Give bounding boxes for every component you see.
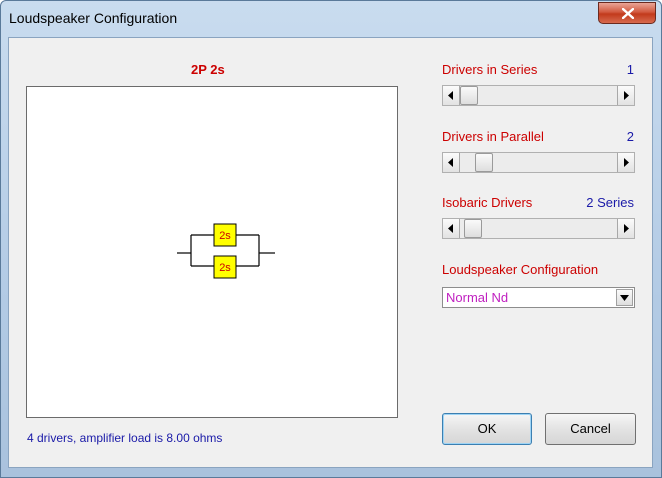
close-button[interactable] — [598, 2, 656, 24]
close-icon — [622, 8, 634, 19]
configuration-dropdown-button[interactable] — [616, 289, 633, 306]
arrow-left-icon — [448, 91, 453, 100]
parallel-scrollbar[interactable] — [442, 152, 635, 173]
arrow-right-icon — [624, 224, 629, 233]
status-text: 4 drivers, amplifier load is 8.00 ohms — [27, 431, 223, 445]
series-label: Drivers in Series — [442, 62, 538, 77]
arrow-left-icon — [448, 158, 453, 167]
series-scroll-left[interactable] — [443, 86, 460, 105]
configuration-select[interactable]: Normal Nd — [442, 287, 635, 308]
parallel-value: 2 — [626, 129, 634, 144]
parallel-scroll-left[interactable] — [443, 153, 460, 172]
arrow-left-icon — [448, 224, 453, 233]
parallel-scroll-right[interactable] — [617, 153, 634, 172]
ok-button[interactable]: OK — [442, 413, 532, 445]
arrow-right-icon — [624, 158, 629, 167]
isobaric-scrollbar[interactable] — [442, 218, 635, 239]
isobaric-scroll-left[interactable] — [443, 219, 460, 238]
arrow-right-icon — [624, 91, 629, 100]
series-scroll-thumb[interactable] — [460, 86, 478, 105]
series-scroll-right[interactable] — [617, 86, 634, 105]
title-bar[interactable]: Loudspeaker Configuration — [1, 1, 661, 37]
driver-label-bottom: 2s — [219, 262, 231, 274]
parallel-label: Drivers in Parallel — [442, 129, 544, 144]
series-value: 1 — [626, 62, 634, 77]
isobaric-label: Isobaric Drivers — [442, 195, 533, 210]
configuration-select-value: Normal Nd — [446, 290, 509, 305]
cancel-button[interactable]: Cancel — [545, 413, 636, 445]
chevron-down-icon — [620, 295, 629, 301]
window-title: Loudspeaker Configuration — [9, 10, 178, 26]
series-scrollbar[interactable] — [442, 85, 635, 106]
configuration-label: 2P 2s — [191, 62, 225, 77]
configuration-select-label: Loudspeaker Configuration — [442, 262, 599, 277]
wiring-diagram-svg: 2s 2s — [177, 223, 275, 279]
isobaric-value: 2 Series — [586, 195, 634, 210]
isobaric-scroll-thumb[interactable] — [464, 219, 483, 238]
driver-label-top: 2s — [219, 230, 231, 242]
parallel-scroll-thumb[interactable] — [475, 153, 494, 172]
isobaric-scroll-right[interactable] — [617, 219, 634, 238]
wiring-diagram: 2s 2s — [26, 86, 398, 418]
